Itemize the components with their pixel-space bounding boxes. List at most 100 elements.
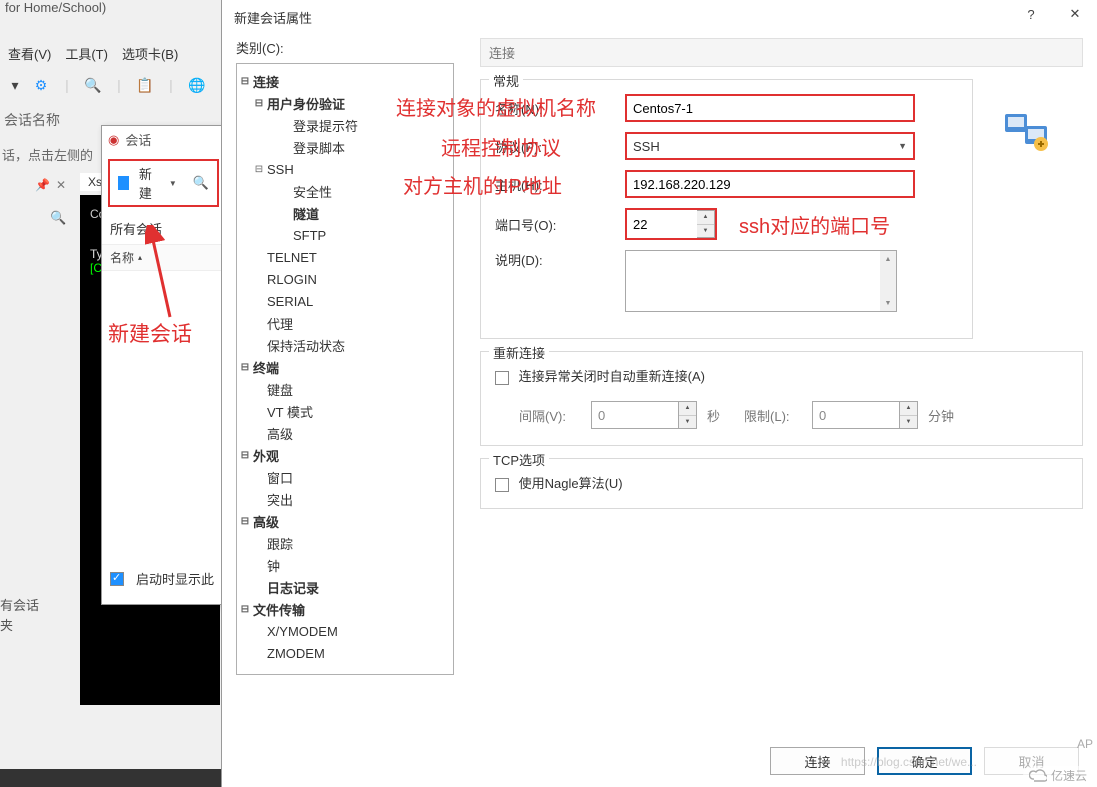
spinner-up-icon[interactable]: ▲ [697, 211, 714, 225]
xshell-logo-icon: ◉ [108, 132, 119, 148]
limit-spinner: ▲▼ [900, 401, 918, 429]
protocol-value: SSH [633, 139, 660, 154]
tree-item-跟踪[interactable]: 跟踪 [239, 532, 451, 554]
auto-reconnect-label: 连接异常关闭时自动重新连接(A) [519, 369, 705, 384]
tree-expander-icon[interactable]: ⊟ [239, 604, 251, 615]
ap-badge: AP [1077, 737, 1093, 751]
tree-item-TELNET[interactable]: TELNET [239, 246, 451, 268]
interval-input [591, 401, 679, 429]
spinner-down-icon[interactable]: ▼ [697, 225, 714, 238]
tree-item-钟[interactable]: 钟 [239, 554, 451, 576]
show-on-startup-label: 启动时显示此 [136, 569, 214, 588]
tree-item-label: SSH [265, 162, 296, 177]
tree-item-label: SERIAL [265, 294, 315, 309]
brand-watermark: 亿速云 [1023, 766, 1093, 785]
tree-item-RLOGIN[interactable]: RLOGIN [239, 268, 451, 290]
connection-icon [1001, 108, 1053, 154]
tree-item-label: SFTP [291, 228, 328, 243]
dialog-titlebar: 新建会话属性 ? ✕ [222, 0, 1097, 34]
tree-item-代理[interactable]: 代理 [239, 312, 451, 334]
search-icon[interactable]: 🔍 [84, 76, 102, 94]
port-field-label: 端口号(O): [495, 215, 625, 234]
app-title-fragment: for Home/School) [5, 0, 106, 15]
menu-tabs[interactable]: 选项卡(B) [122, 44, 178, 63]
textarea-scrollbar[interactable]: ▲▼ [880, 251, 896, 311]
group-reconnect: 重新连接 连接异常关闭时自动重新连接(A) 间隔(V): ▲▼ 秒 限制(L): [480, 351, 1083, 446]
tree-expander-icon[interactable]: ⊟ [239, 516, 251, 527]
annotation-host: 对方主机的IP地址 [403, 170, 562, 199]
tree-item-高级[interactable]: 高级 [239, 422, 451, 444]
dialog-close-button[interactable]: ✕ [1053, 0, 1097, 28]
nagle-checkbox[interactable] [495, 478, 509, 492]
tree-expander-icon[interactable]: ⊟ [253, 98, 265, 109]
tree-item-label: 键盘 [265, 380, 295, 399]
new-session-properties-dialog: 新建会话属性 ? ✕ 类别(C): ⊟连接⊟用户身份验证登录提示符登录脚本⊟SS… [221, 0, 1097, 787]
tree-item-终端[interactable]: ⊟终端 [239, 356, 451, 378]
tree-item-键盘[interactable]: 键盘 [239, 378, 451, 400]
settings-add-icon[interactable]: ⚙ [32, 76, 50, 94]
session-name-placeholder: 会话名称 [4, 110, 60, 130]
tree-expander-icon[interactable]: ⊟ [253, 164, 265, 175]
tree-item-label: 钟 [265, 556, 282, 575]
blog-watermark: https://blog.csdn.net/we... [841, 755, 977, 769]
interval-unit: 秒 [707, 406, 720, 425]
host-input[interactable] [625, 170, 915, 198]
search-session-icon[interactable]: 🔍 [193, 175, 209, 191]
tree-item-SFTP[interactable]: SFTP [239, 224, 451, 246]
menu-tools[interactable]: 工具(T) [65, 44, 108, 63]
tree-item-X/YMODEM[interactable]: X/YMODEM [239, 620, 451, 642]
sessions-list-empty [102, 271, 225, 561]
chevron-down-icon[interactable]: ▼ [169, 179, 177, 188]
sessions-column-header[interactable]: 名称▴ [102, 244, 225, 271]
toolbar-sep-3: | [162, 76, 180, 94]
category-tree[interactable]: ⊟连接⊟用户身份验证登录提示符登录脚本⊟SSH安全性隧道SFTPTELNETRL… [236, 63, 454, 675]
desc-field-label: 说明(D): [495, 250, 625, 269]
protocol-select[interactable]: SSH ▼ [625, 132, 915, 160]
clipboard-icon[interactable]: 📋 [136, 76, 154, 94]
tree-item-隧道[interactable]: 隧道 [239, 202, 451, 224]
globe-icon[interactable]: 🌐 [188, 76, 206, 94]
tree-item-文件传输[interactable]: ⊟文件传输 [239, 598, 451, 620]
interval-label: 间隔(V): [519, 406, 591, 425]
pin-close-row: 📌✕ [35, 178, 66, 192]
tree-expander-icon[interactable]: ⊟ [239, 76, 251, 87]
toolbar-sep: | [58, 76, 76, 94]
all-sessions-label[interactable]: 所有会话 [102, 213, 225, 244]
show-on-startup-checkbox[interactable]: ✓ [110, 572, 124, 586]
close-icon[interactable]: ✕ [56, 178, 66, 192]
tree-item-VT 模式[interactable]: VT 模式 [239, 400, 451, 422]
port-input[interactable] [627, 210, 697, 238]
auto-reconnect-checkbox[interactable] [495, 371, 509, 385]
annotation-port: ssh对应的端口号 [739, 210, 890, 239]
description-textarea[interactable]: ▲▼ [625, 250, 897, 312]
tree-item-label: 代理 [265, 314, 295, 333]
port-spinner[interactable]: ▲▼ [697, 210, 715, 238]
toolbar-icon-1[interactable]: ▾ [6, 76, 24, 94]
tree-item-外观[interactable]: ⊟外观 [239, 444, 451, 466]
tree-item-SERIAL[interactable]: SERIAL [239, 290, 451, 312]
menu-view[interactable]: 查看(V) [8, 44, 51, 63]
tree-item-label: 文件传输 [251, 600, 307, 619]
show-on-startup-row[interactable]: ✓ 启动时显示此 [102, 561, 225, 596]
new-session-icon [118, 176, 129, 190]
tree-item-label: 安全性 [291, 182, 334, 201]
new-session-button[interactable]: 新建 ▼ 🔍 [108, 159, 219, 207]
tree-expander-icon[interactable]: ⊟ [239, 450, 251, 461]
tree-item-日志记录[interactable]: 日志记录 [239, 576, 451, 598]
tree-item-label: 登录脚本 [291, 138, 347, 157]
group-general: 常规 连接对象的虚拟机名称 名称(N): 远程控制协议 协议(P): SSH ▼… [480, 79, 973, 339]
tree-item-label: 日志记录 [265, 578, 321, 597]
tree-item-窗口[interactable]: 窗口 [239, 466, 451, 488]
search-small-icon[interactable]: 🔍 [50, 210, 66, 226]
tree-item-登录脚本[interactable]: 登录脚本 [239, 136, 451, 158]
tree-expander-icon[interactable]: ⊟ [239, 362, 251, 373]
name-input[interactable] [625, 94, 915, 122]
tree-item-保持活动状态[interactable]: 保持活动状态 [239, 334, 451, 356]
tree-item-高级[interactable]: ⊟高级 [239, 510, 451, 532]
dialog-help-button[interactable]: ? [1009, 0, 1053, 28]
tree-item-label: VT 模式 [265, 402, 315, 421]
tree-item-连接[interactable]: ⊟连接 [239, 70, 451, 92]
tree-item-ZMODEM[interactable]: ZMODEM [239, 642, 451, 664]
tree-item-突出[interactable]: 突出 [239, 488, 451, 510]
pin-icon[interactable]: 📌 [35, 178, 50, 192]
